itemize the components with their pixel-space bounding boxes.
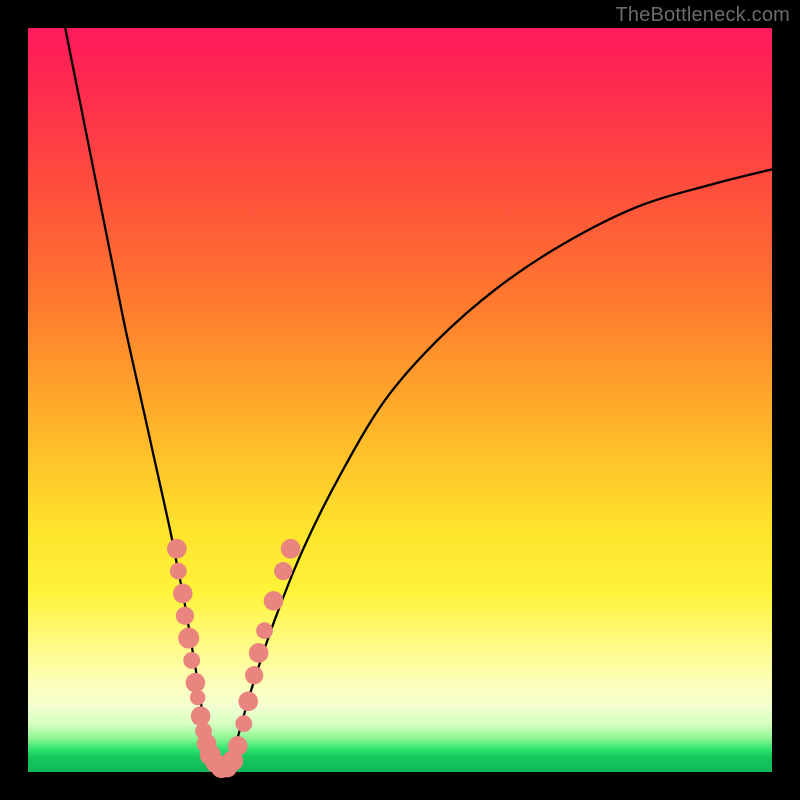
data-marker (264, 591, 284, 611)
data-marker (249, 643, 269, 663)
data-marker (274, 562, 292, 580)
data-marker (245, 666, 263, 684)
bottleneck-curve (28, 28, 772, 772)
data-marker (190, 690, 205, 705)
data-marker (178, 628, 199, 649)
data-marker (281, 539, 301, 559)
data-marker (238, 692, 258, 712)
data-marker (256, 622, 273, 639)
data-marker (176, 607, 194, 625)
data-marker (183, 652, 200, 669)
data-marker (186, 673, 206, 693)
data-markers (167, 539, 300, 778)
plot-area (28, 28, 772, 772)
data-marker (191, 706, 211, 726)
data-marker (173, 584, 193, 604)
data-marker (170, 563, 187, 580)
data-marker (235, 715, 252, 732)
chart-container: TheBottleneck.com (0, 0, 800, 800)
data-marker (228, 736, 248, 756)
watermark-text: TheBottleneck.com (615, 4, 790, 27)
data-marker (167, 539, 187, 559)
curve-path (65, 28, 772, 772)
